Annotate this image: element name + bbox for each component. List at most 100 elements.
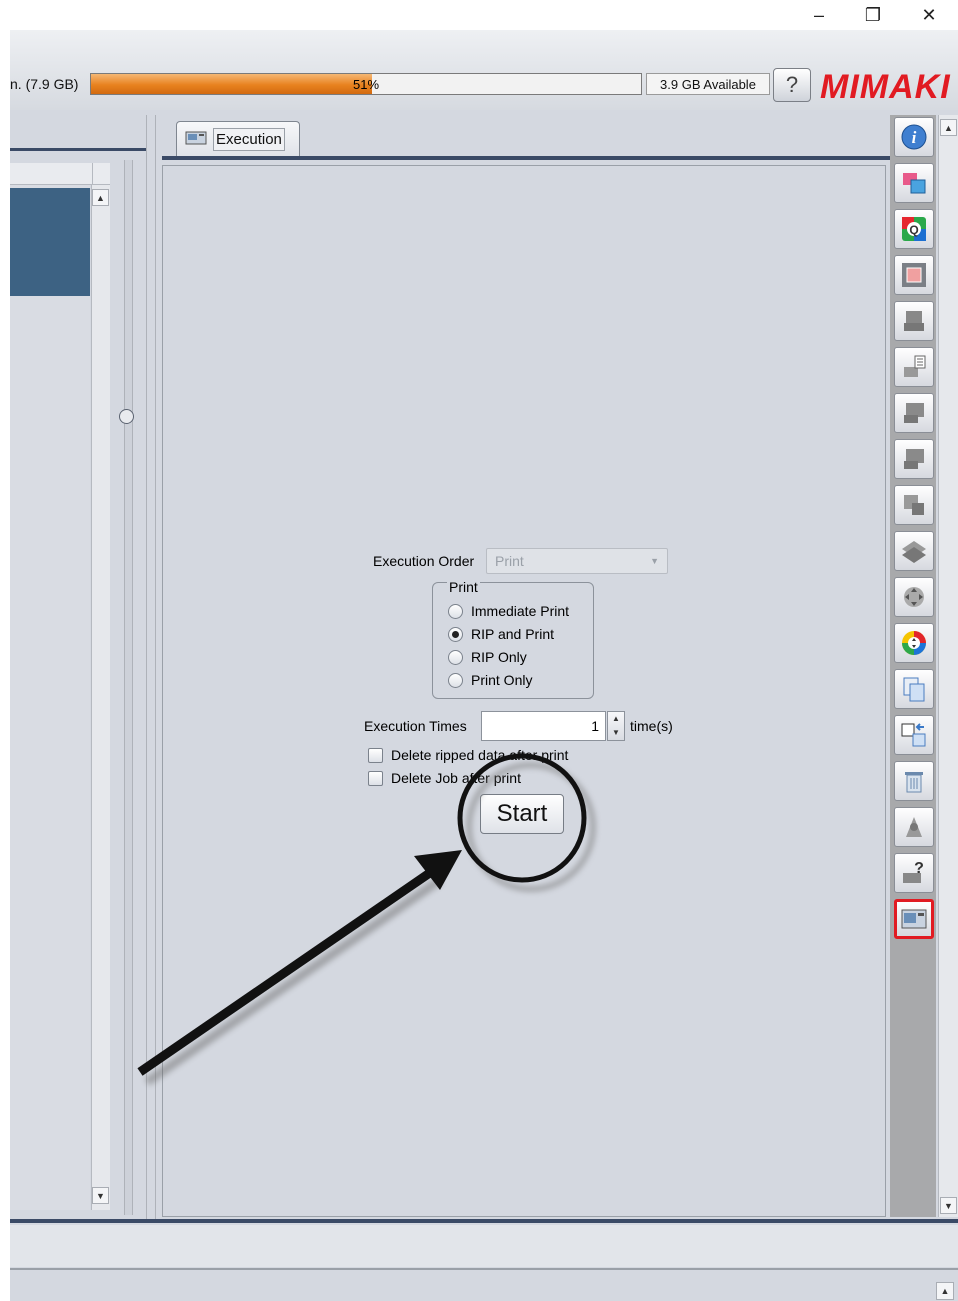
radio-button[interactable] bbox=[448, 603, 463, 619]
status-area bbox=[10, 1225, 958, 1267]
cut-button[interactable] bbox=[894, 807, 934, 847]
printer-help-button[interactable]: ? bbox=[894, 853, 934, 893]
crop-button[interactable] bbox=[894, 255, 934, 295]
disk-usage-bar: 51% bbox=[90, 73, 642, 95]
tool-palette-scrollbar[interactable]: ▲ ▼ bbox=[938, 115, 958, 1217]
color-adjust-button[interactable] bbox=[894, 623, 934, 663]
special-plate-button[interactable] bbox=[894, 485, 934, 525]
layer-icon bbox=[900, 537, 928, 565]
print-group-title: Print bbox=[447, 579, 480, 595]
restore-button[interactable]: ❐ bbox=[850, 0, 896, 30]
radio-rip-and-print[interactable]: RIP and Print bbox=[448, 626, 554, 642]
radio-button[interactable] bbox=[448, 672, 463, 688]
checkbox-delete-ripped-data[interactable]: Delete ripped data after print bbox=[368, 747, 568, 763]
svg-text:MIMAKI: MIMAKI bbox=[820, 68, 951, 106]
tab-divider bbox=[162, 156, 890, 160]
job-list[interactable] bbox=[10, 185, 90, 1210]
job-transfer-button[interactable] bbox=[894, 715, 934, 755]
execution-times-suffix: time(s) bbox=[630, 718, 673, 734]
tab-execution[interactable]: Execution bbox=[176, 121, 300, 157]
scroll-up-arrow[interactable]: ▲ bbox=[940, 119, 957, 136]
radio-button[interactable] bbox=[448, 649, 463, 665]
execution-icon bbox=[900, 905, 928, 933]
radio-label: Print Only bbox=[471, 672, 533, 688]
mimaki-logo: MIMAKI bbox=[818, 64, 958, 108]
svg-text:Q: Q bbox=[909, 223, 918, 237]
scroll-down-arrow[interactable]: ▼ bbox=[92, 1187, 109, 1204]
start-button[interactable]: Start bbox=[480, 794, 564, 834]
tiling-icon bbox=[900, 445, 928, 473]
svg-text:i: i bbox=[912, 128, 917, 147]
job-properties-button[interactable] bbox=[894, 163, 934, 203]
job-list-header-divider bbox=[10, 148, 146, 151]
minimize-button[interactable]: – bbox=[796, 0, 842, 30]
quick-preview-button[interactable]: Q bbox=[894, 209, 934, 249]
radio-label: RIP Only bbox=[471, 649, 527, 665]
execution-times-input[interactable]: 1 bbox=[481, 711, 606, 741]
layout-button[interactable] bbox=[894, 301, 934, 341]
delete-icon bbox=[900, 767, 928, 795]
checkbox-label: Delete ripped data after print bbox=[391, 747, 569, 763]
radio-button[interactable] bbox=[448, 626, 463, 642]
splitter-handle[interactable] bbox=[119, 409, 134, 424]
scroll-up-arrow[interactable]: ▲ bbox=[92, 189, 109, 206]
radio-rip-only[interactable]: RIP Only bbox=[448, 649, 527, 665]
radio-label: Immediate Print bbox=[471, 603, 570, 619]
layer-button[interactable] bbox=[894, 531, 934, 571]
execution-order-value: Print bbox=[495, 553, 524, 569]
execution-button[interactable] bbox=[894, 899, 934, 939]
execution-tab-icon bbox=[185, 130, 207, 149]
job-list-column-header[interactable] bbox=[10, 163, 92, 185]
execution-times-label: Execution Times bbox=[364, 718, 467, 734]
selected-job-row[interactable] bbox=[10, 188, 90, 296]
tab-execution-label: Execution bbox=[213, 128, 285, 151]
color-adjust-icon bbox=[900, 629, 928, 657]
chevron-down-icon: ▼ bbox=[650, 556, 659, 566]
job-list-scrollbar[interactable]: ▲ ▼ bbox=[91, 185, 110, 1210]
panel-splitter[interactable] bbox=[124, 160, 133, 1215]
svg-text:?: ? bbox=[914, 860, 924, 877]
scroll-down-arrow[interactable]: ▼ bbox=[940, 1197, 957, 1214]
checkbox[interactable] bbox=[368, 747, 383, 763]
tiling-button[interactable] bbox=[894, 439, 934, 479]
radio-immediate-print[interactable]: Immediate Print bbox=[448, 603, 569, 619]
spinner-up-icon[interactable]: ▲ bbox=[608, 712, 624, 726]
spinner-down-icon[interactable]: ▼ bbox=[608, 726, 624, 740]
disk-usage-percent: 51% bbox=[352, 76, 380, 92]
quick-preview-icon: Q bbox=[900, 215, 928, 243]
copy-job-icon bbox=[900, 675, 928, 703]
printer-help-icon: ? bbox=[900, 859, 928, 887]
info-button[interactable]: i bbox=[894, 117, 934, 157]
radio-label: RIP and Print bbox=[471, 626, 555, 642]
status-divider bbox=[10, 1268, 958, 1270]
crop-icon bbox=[900, 261, 928, 289]
step-repeat-icon bbox=[900, 399, 928, 427]
panel-divider[interactable] bbox=[146, 115, 156, 1220]
step-repeat-button[interactable] bbox=[894, 393, 934, 433]
execution-order-label: Execution Order bbox=[373, 553, 475, 569]
move-icon bbox=[900, 583, 928, 611]
help-button[interactable]: ? bbox=[773, 68, 811, 102]
execution-times-spinner[interactable]: ▲ ▼ bbox=[607, 711, 625, 741]
scroll-up-arrow[interactable]: ▲ bbox=[936, 1282, 954, 1300]
info-icon: i bbox=[900, 123, 928, 151]
job-properties-icon bbox=[900, 169, 928, 197]
checkbox-delete-job[interactable]: Delete Job after print bbox=[368, 770, 521, 786]
job-list-column-header-corner bbox=[92, 163, 110, 185]
radio-print-only[interactable]: Print Only bbox=[448, 672, 532, 688]
top-toolbar bbox=[10, 30, 958, 110]
checkbox[interactable] bbox=[368, 770, 383, 786]
move-button[interactable] bbox=[894, 577, 934, 617]
checkbox-label: Delete Job after print bbox=[391, 770, 521, 786]
nesting-icon bbox=[900, 353, 928, 381]
delete-button[interactable] bbox=[894, 761, 934, 801]
execution-order-select[interactable]: Print ▼ bbox=[486, 548, 668, 574]
close-button[interactable]: ✕ bbox=[906, 0, 952, 30]
nesting-button[interactable] bbox=[894, 347, 934, 387]
cut-icon bbox=[900, 813, 928, 841]
copy-job-button[interactable] bbox=[894, 669, 934, 709]
bottom-divider bbox=[10, 1219, 958, 1223]
disk-available-label: 3.9 GB Available bbox=[646, 73, 770, 95]
special-plate-icon bbox=[900, 491, 928, 519]
job-transfer-icon bbox=[900, 721, 928, 749]
